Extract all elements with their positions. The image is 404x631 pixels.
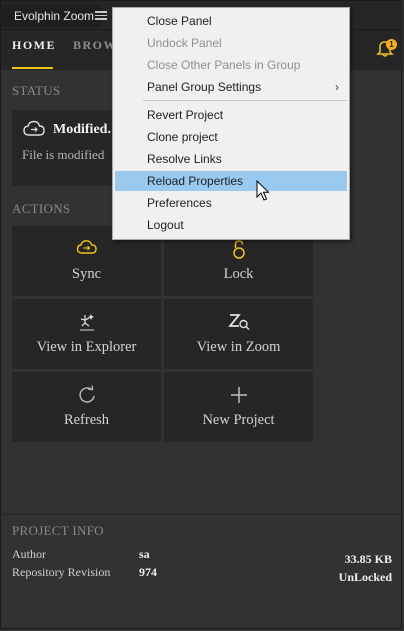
active-tab-indicator <box>12 67 53 69</box>
menu-item-clone-project[interactable]: Clone project <box>115 127 347 147</box>
notification-count-badge: 1 <box>386 39 397 50</box>
new-project-button[interactable]: New Project <box>164 372 313 442</box>
lock-state-value: UnLocked <box>338 570 392 584</box>
divider <box>1 514 403 515</box>
status-title: Modified. <box>53 122 111 137</box>
refresh-label: Refresh <box>63 412 110 428</box>
view-in-zoom-label: View in Zoom <box>196 339 281 355</box>
menu-separator <box>143 100 347 101</box>
panel-menu-icon[interactable] <box>95 9 107 21</box>
menu-item-logout[interactable]: Logout <box>115 215 347 235</box>
notification-bell-icon[interactable]: 1 <box>375 38 397 58</box>
status-card-content: Modified. File is modified <box>12 110 122 186</box>
menu-item-resolve-links[interactable]: Resolve Links <box>115 149 347 169</box>
view-in-zoom-button[interactable]: View in Zoom <box>164 299 313 369</box>
view-in-explorer-button[interactable]: View in Explorer <box>12 299 161 369</box>
panel-tab[interactable]: Evolphin Zoom <box>2 5 103 27</box>
tab-home[interactable]: HOME <box>12 38 56 53</box>
menu-item-preferences[interactable]: Preferences <box>115 193 347 213</box>
new-project-label: New Project <box>202 412 275 428</box>
revision-label: Repository Revision <box>12 565 111 579</box>
menu-item-panel-group-settings[interactable]: Panel Group Settings › <box>115 77 347 97</box>
view-in-explorer-label: View in Explorer <box>36 339 137 355</box>
menu-item-reload-properties[interactable]: Reload Properties <box>115 171 347 191</box>
author-value: sa <box>139 547 150 561</box>
file-size-value: 33.85 KB <box>344 552 392 566</box>
mouse-cursor-icon <box>256 179 270 206</box>
menu-item-label: Panel Group Settings <box>147 80 262 94</box>
plus-icon <box>164 384 313 406</box>
explorer-icon <box>12 311 161 333</box>
menu-item-close-panel[interactable]: Close Panel <box>115 11 347 31</box>
sync-label: Sync <box>72 266 101 282</box>
menu-item-revert-project[interactable]: Revert Project <box>115 105 347 125</box>
refresh-icon <box>12 384 161 406</box>
menu-item-close-other-panels[interactable]: Close Other Panels in Group <box>115 55 347 75</box>
author-label: Author <box>12 547 46 561</box>
status-section-title: STATUS <box>12 83 61 98</box>
status-text: File is modified <box>22 147 105 162</box>
panel-context-menu: Close Panel Undock Panel Close Other Pan… <box>112 7 350 240</box>
lock-label: Lock <box>223 266 254 282</box>
lock-icon <box>164 238 313 260</box>
zoom-logo-icon <box>164 311 313 333</box>
chevron-right-icon: › <box>335 80 339 94</box>
cloud-sync-icon <box>22 119 48 143</box>
menu-item-undock-panel[interactable]: Undock Panel <box>115 33 347 53</box>
refresh-button[interactable]: Refresh <box>12 372 161 442</box>
revision-value: 974 <box>139 565 157 579</box>
tab-browse[interactable]: BROW <box>73 38 117 53</box>
cloud-sync-icon <box>12 238 161 260</box>
actions-section-title: ACTIONS <box>12 201 71 216</box>
project-info-section-title: PROJECT INFO <box>12 523 104 538</box>
